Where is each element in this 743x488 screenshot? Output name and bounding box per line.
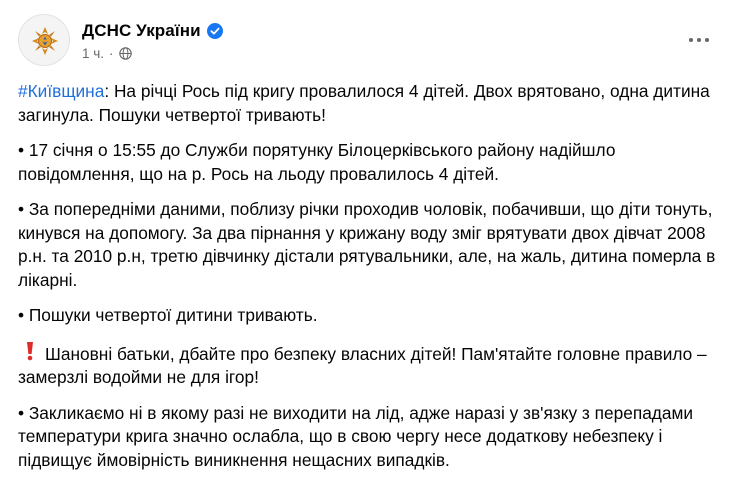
post-warning-paragraph: Шановні батьки, дбайте про безпеку власн…: [18, 340, 725, 390]
hashtag-link[interactable]: #Київщина: [18, 81, 104, 101]
globe-icon[interactable]: [118, 47, 132, 60]
post-meta: 1 ч. ·: [82, 46, 132, 61]
post-timestamp[interactable]: 1 ч.: [82, 46, 104, 61]
warning-text: Шановні батьки, дбайте про безпеку власн…: [18, 343, 707, 388]
more-options-icon[interactable]: [683, 26, 715, 54]
headline-text: : На річці Рось під кригу провалилося 4 …: [18, 81, 710, 125]
meta-separator: ·: [109, 46, 114, 61]
red-exclamation-icon: [27, 341, 33, 360]
dsns-emblem-logo: [32, 27, 58, 55]
page-avatar[interactable]: [18, 14, 70, 66]
post-headline: #Київщина: На річці Рось під кригу прова…: [18, 80, 725, 127]
verified-badge-icon: [206, 23, 223, 39]
post-paragraph: • 17 січня о 15:55 до Служби порятунку Б…: [18, 140, 616, 184]
facebook-post: ДСНС України 1 ч. · #Київщина: На річці …: [0, 0, 743, 488]
post-paragraph: • Закликаємо ні в якому разі не виходити…: [18, 402, 694, 470]
post-paragraph: • За попередніми даними, поблизу річки п…: [18, 199, 716, 290]
page-name-row: ДСНС України: [82, 20, 223, 42]
post-header: ДСНС України 1 ч. ·: [18, 14, 725, 66]
post-body: #Київщина: На річці Рось під кригу прова…: [18, 80, 725, 484]
page-name[interactable]: ДСНС України: [82, 21, 201, 41]
post-paragraph: • Пошуки четвертої дитини тривають.: [18, 305, 318, 325]
